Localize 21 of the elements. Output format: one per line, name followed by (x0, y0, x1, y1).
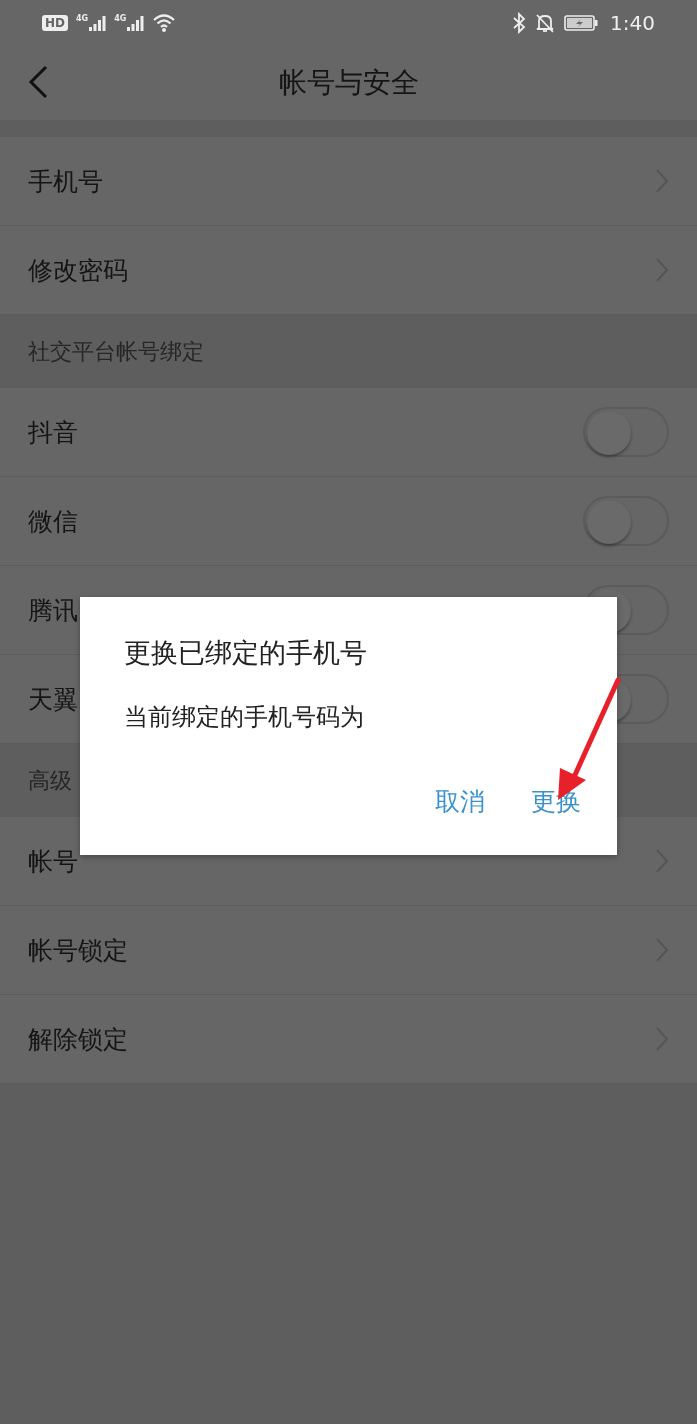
toggle-switch[interactable] (583, 407, 669, 457)
hd-badge: HD (42, 14, 68, 31)
signal-icon (126, 13, 145, 32)
page-title: 帐号与安全 (278, 64, 419, 101)
dialog-title: 更换已绑定的手机号 (124, 636, 368, 670)
bluetooth-icon (512, 11, 527, 34)
settings-row[interactable]: 微信 (0, 477, 697, 566)
settings-row[interactable]: 手机号 (0, 137, 697, 226)
settings-row[interactable]: 抖音 (0, 388, 697, 477)
network-label: 4G (114, 13, 127, 23)
section-header: 社交平台帐号绑定 (0, 315, 697, 388)
settings-row[interactable]: 解除锁定 (0, 995, 697, 1084)
settings-row[interactable]: 帐号锁定 (0, 906, 697, 995)
wifi-icon (152, 12, 177, 33)
signal-icon (88, 13, 107, 32)
clock-time: 1:40 (610, 10, 655, 35)
dialog-message: 当前绑定的手机号码为 (124, 702, 365, 733)
battery-icon (564, 13, 599, 32)
network-label: 4G (76, 13, 89, 23)
back-icon[interactable] (27, 65, 49, 99)
toggle-switch[interactable] (583, 496, 669, 546)
